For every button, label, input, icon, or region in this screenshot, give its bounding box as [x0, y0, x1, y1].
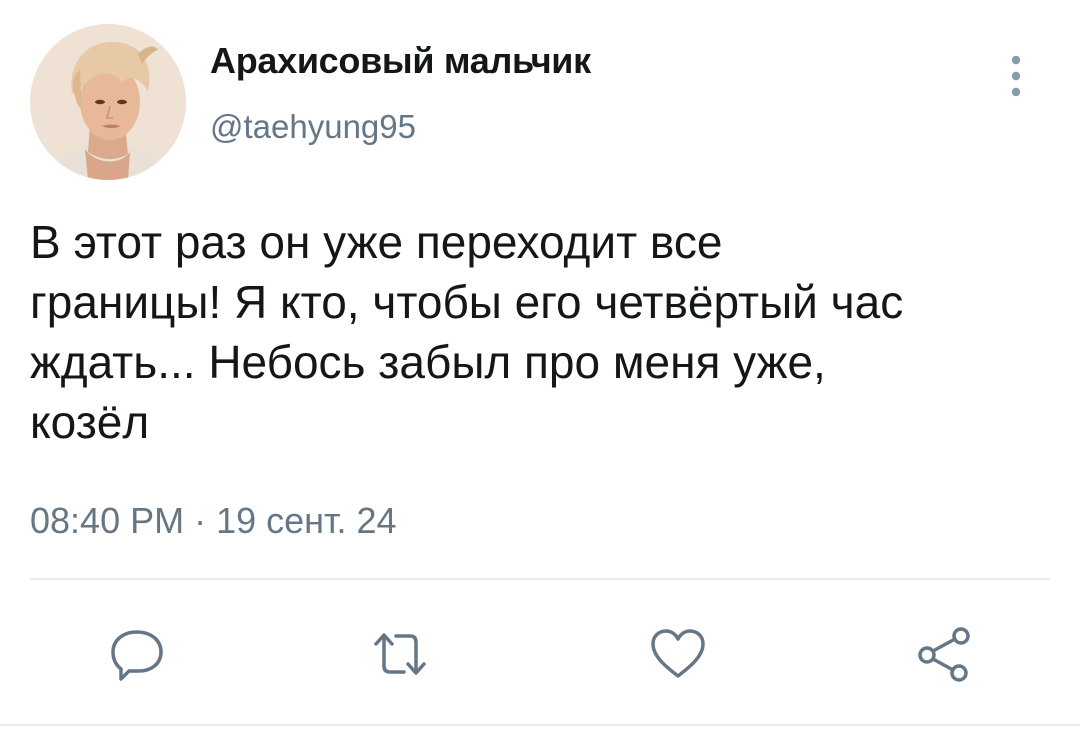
retweet-icon	[374, 633, 426, 675]
reply-icon	[111, 630, 163, 681]
avatar[interactable]	[30, 24, 186, 180]
divider	[30, 578, 1050, 580]
share-icon	[918, 627, 970, 682]
display-name[interactable]: Арахисовый мальчик	[210, 40, 591, 82]
tweet-text: В этот раз он уже переходит все границы!…	[30, 216, 904, 448]
avatar-image	[30, 24, 186, 180]
more-vertical-icon	[1011, 55, 1021, 97]
more-options-button[interactable]	[996, 50, 1036, 102]
share-button[interactable]	[912, 622, 976, 686]
like-button[interactable]	[646, 622, 710, 686]
user-handle[interactable]: @taehyung95	[210, 108, 416, 146]
retweet-button[interactable]	[368, 622, 432, 686]
heart-icon	[651, 629, 705, 678]
bottom-divider	[0, 724, 1080, 726]
reply-button[interactable]	[105, 622, 169, 686]
tweet-card: Арахисовый мальчик @taehyung95 В этот ра…	[0, 0, 1080, 744]
tweet-timestamp[interactable]: 08:40 PM · 19 сент. 24	[30, 500, 397, 542]
